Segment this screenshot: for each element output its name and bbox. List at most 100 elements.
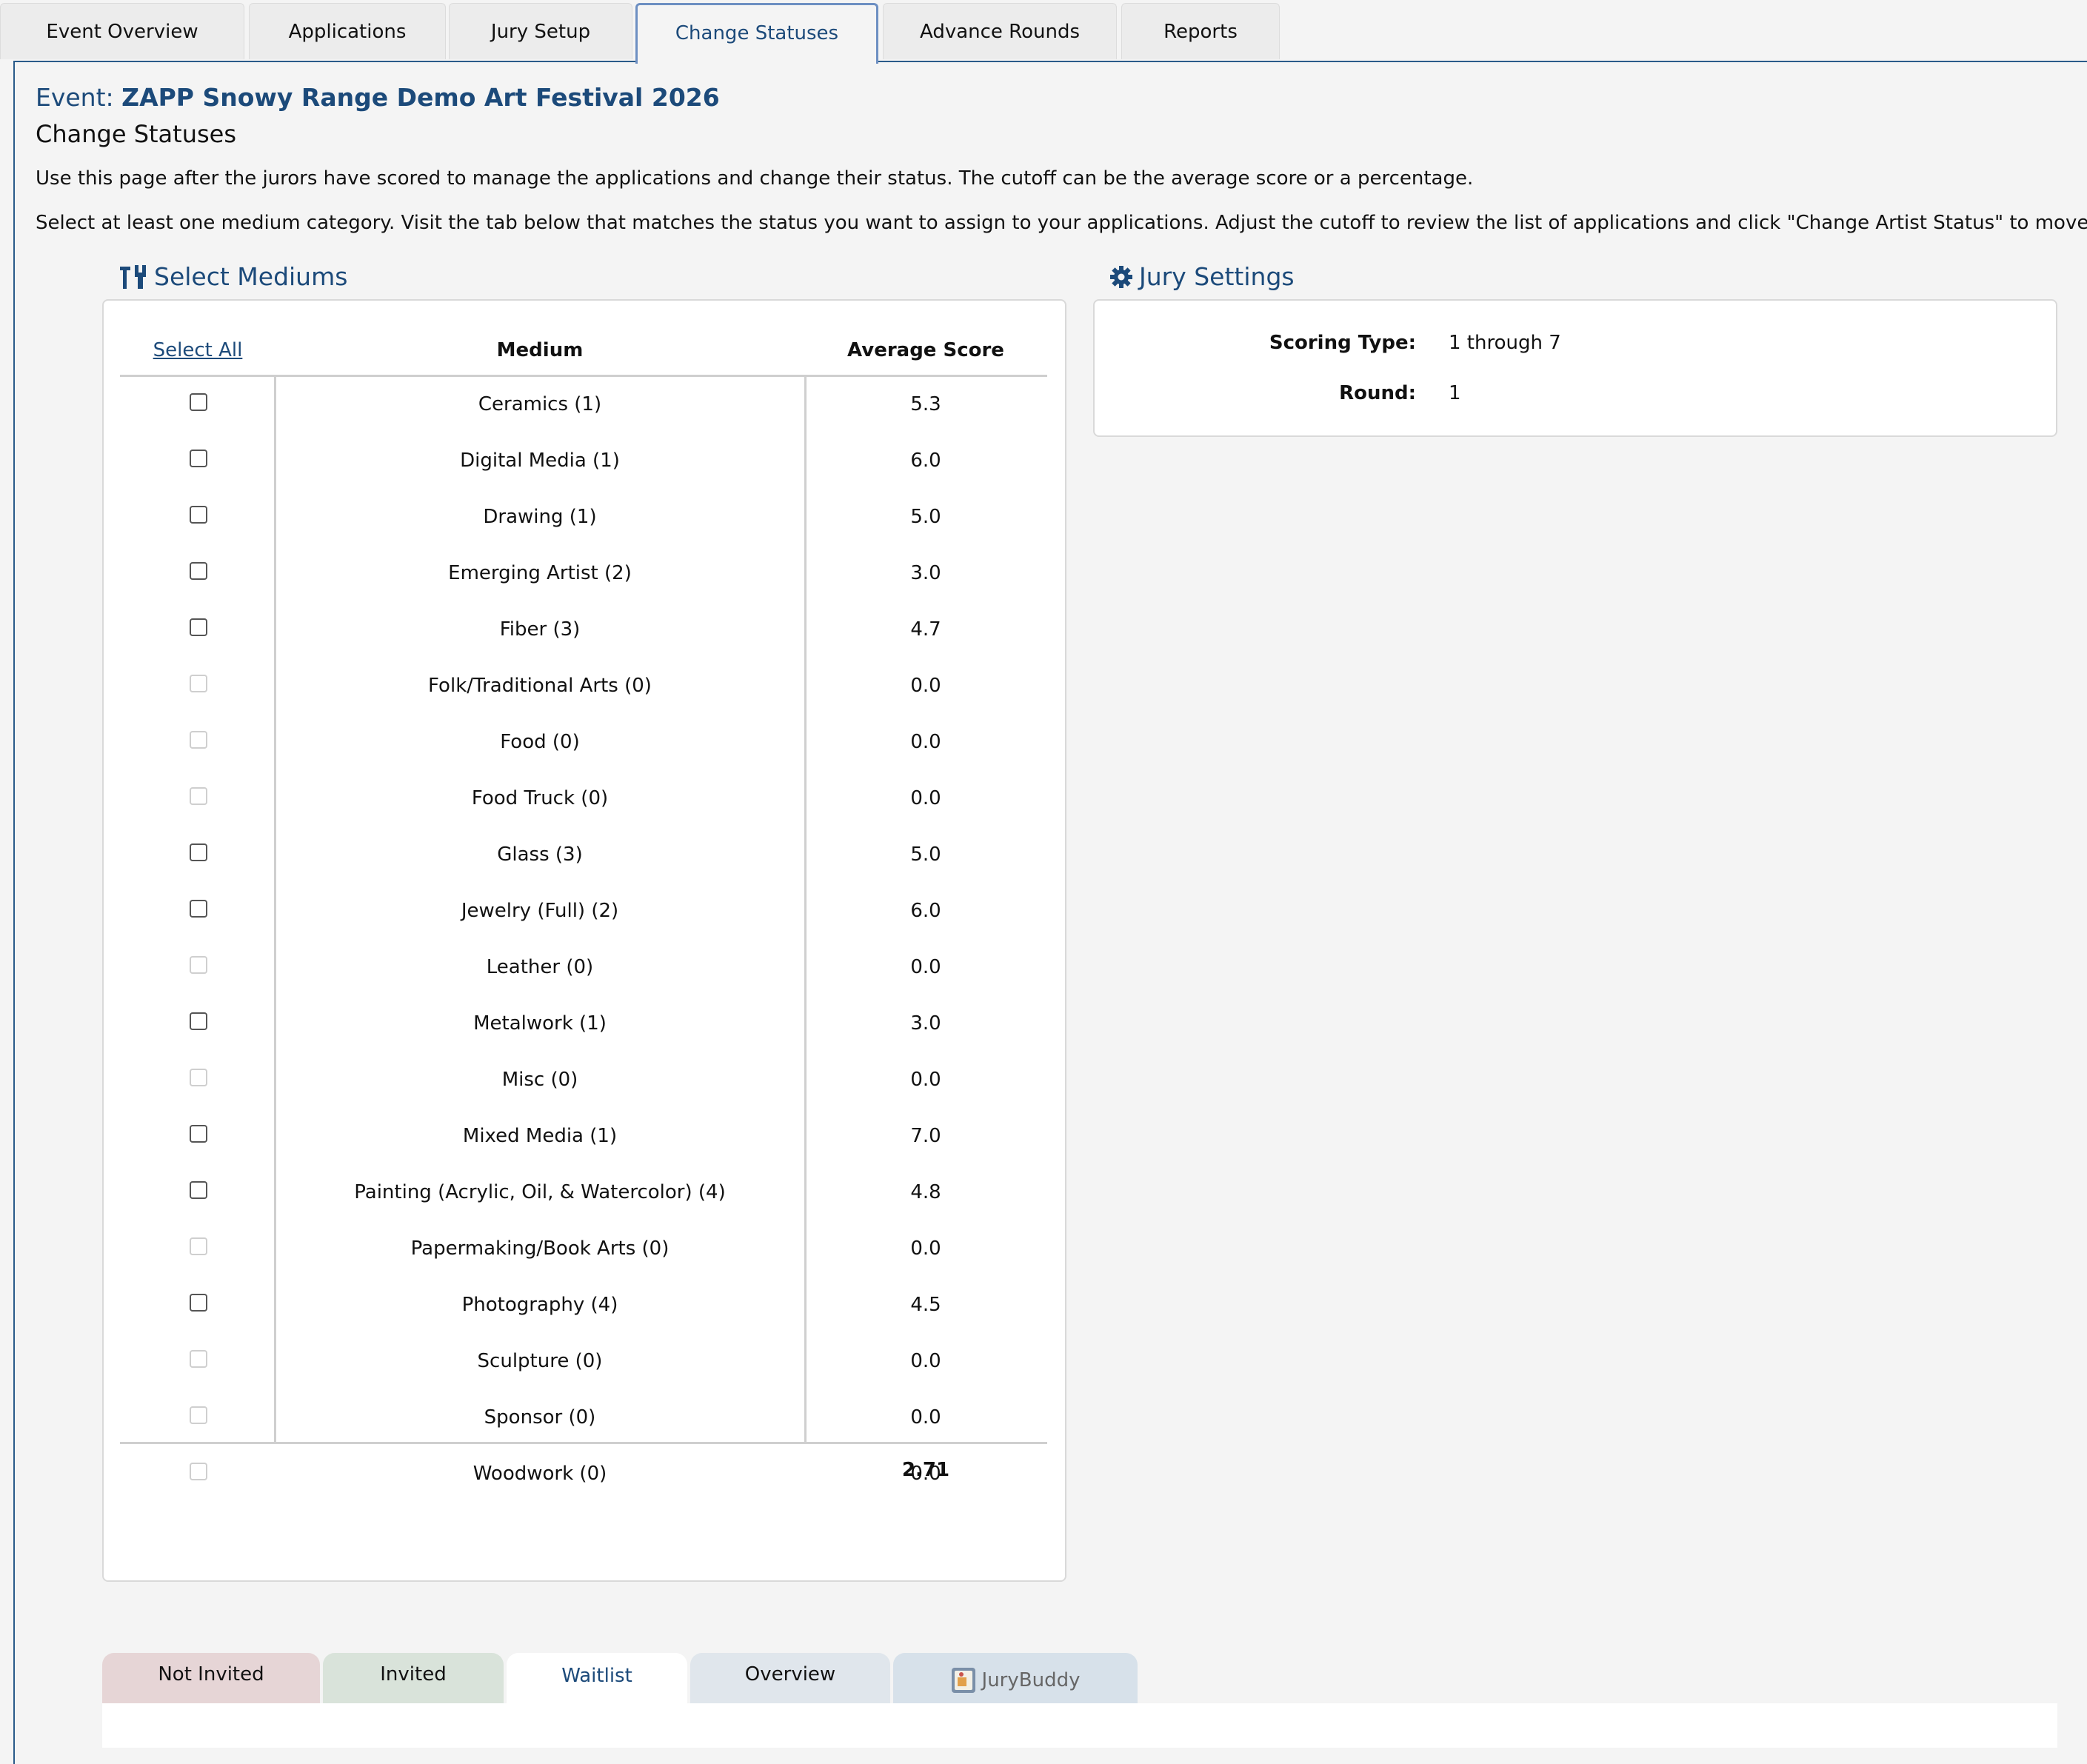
medium-name: Folk/Traditional Arts (0) (428, 675, 652, 697)
score-column-header: Average Score (847, 339, 1004, 361)
gear-icon (1110, 265, 1132, 288)
round-label: Round: (1339, 382, 1416, 404)
medium-name: Mixed Media (1) (462, 1125, 618, 1147)
medium-average-score: 5.3 (910, 393, 941, 415)
medium-checkbox[interactable] (190, 843, 207, 861)
medium-name: Food Truck (0) (471, 787, 609, 809)
table-row: Mixed Media (1) 7.0 (120, 1109, 1047, 1165)
table-row: Jewelry (Full) (2) 6.0 (120, 883, 1047, 940)
medium-average-score: 0.0 (910, 1237, 941, 1260)
medium-checkbox[interactable] (190, 506, 207, 524)
medium-average-score: 4.7 (910, 618, 941, 641)
medium-checkbox (190, 731, 207, 749)
medium-average-score: 0.0 (910, 1350, 941, 1372)
total-average-score: 2.71 (901, 1459, 950, 1481)
medium-name: Leather (0) (486, 956, 594, 978)
medium-checkbox[interactable] (190, 1012, 207, 1030)
medium-average-score: 0.0 (910, 956, 941, 978)
medium-checkbox[interactable] (190, 1125, 207, 1143)
medium-checkbox (190, 1350, 207, 1368)
medium-checkbox (190, 675, 207, 692)
table-row: Misc (0) 0.0 (120, 1052, 1047, 1109)
status-tab-label: Not Invited (158, 1663, 264, 1686)
table-row: Painting (Acrylic, Oil, & Watercolor) (4… (120, 1165, 1047, 1221)
table-row: Leather (0) 0.0 (120, 940, 1047, 996)
medium-average-score: 5.0 (910, 506, 941, 528)
medium-checkbox[interactable] (190, 1294, 207, 1312)
table-row: Emerging Artist (2) 3.0 (120, 546, 1047, 602)
table-row: Papermaking/Book Arts (0) 0.0 (120, 1221, 1047, 1277)
medium-average-score: 0.0 (910, 731, 941, 753)
instruction-2: Select at least one medium category. Vis… (36, 212, 2087, 234)
medium-name: Emerging Artist (2) (448, 562, 632, 584)
tab-change-statuses[interactable]: Change Statuses (635, 3, 878, 64)
medium-checkbox[interactable] (190, 450, 207, 467)
medium-average-score: 0.0 (910, 675, 941, 697)
medium-name: Jewelry (Full) (2) (461, 900, 619, 922)
table-row: Fiber (3) 4.7 (120, 602, 1047, 658)
table-row: Drawing (1) 5.0 (120, 490, 1047, 546)
medium-name: Food (0) (500, 731, 580, 753)
table-row: Ceramics (1) 5.3 (120, 377, 1047, 433)
status-tab-jurybuddy[interactable]: JuryBuddy (893, 1653, 1138, 1705)
medium-checkbox[interactable] (190, 618, 207, 636)
medium-checkbox[interactable] (190, 1181, 207, 1199)
jury-settings-heading: Jury Settings (1109, 262, 1295, 291)
status-tab-content (102, 1703, 2057, 1748)
medium-name: Misc (0) (501, 1069, 578, 1091)
medium-checkbox (190, 1463, 207, 1480)
select-mediums-heading: Select Mediums (118, 262, 347, 291)
medium-name: Photography (4) (461, 1294, 618, 1316)
medium-average-score: 6.0 (910, 900, 941, 922)
tab-jury-setup[interactable]: Jury Setup (449, 3, 632, 59)
medium-checkbox (190, 1069, 207, 1086)
medium-name: Sculpture (0) (477, 1350, 603, 1372)
medium-name: Papermaking/Book Arts (0) (410, 1237, 669, 1260)
status-tab-not-invited[interactable]: Not Invited (102, 1653, 320, 1705)
medium-average-score: 4.8 (910, 1181, 941, 1203)
medium-name: Drawing (1) (483, 506, 597, 528)
medium-average-score: 0.0 (910, 1406, 941, 1429)
medium-average-score: 0.0 (910, 1069, 941, 1091)
table-row: Sponsor (0) 0.0 (120, 1390, 1047, 1446)
medium-checkbox[interactable] (190, 900, 207, 918)
status-tab-invited[interactable]: Invited (323, 1653, 504, 1705)
tab-applications[interactable]: Applications (249, 3, 446, 59)
select-all-link[interactable]: Select All (120, 326, 276, 375)
medium-name: Woodwork (0) (473, 1463, 607, 1485)
status-tab-overview[interactable]: Overview (690, 1653, 890, 1705)
medium-name: Glass (3) (497, 843, 583, 866)
table-row: Glass (3) 5.0 (120, 827, 1047, 883)
medium-average-score: 0.0 (910, 787, 941, 809)
medium-checkbox (190, 1406, 207, 1424)
medium-checkbox[interactable] (190, 562, 207, 580)
status-tab-label: Invited (380, 1663, 447, 1686)
medium-checkbox (190, 1237, 207, 1255)
medium-average-score: 5.0 (910, 843, 941, 866)
table-row: Folk/Traditional Arts (0) 0.0 (120, 658, 1047, 715)
event-name: ZAPP Snowy Range Demo Art Festival 2026 (121, 83, 720, 112)
select-mediums-title: Select Mediums (154, 262, 348, 291)
medium-checkbox (190, 787, 207, 805)
tab-reports[interactable]: Reports (1121, 3, 1280, 59)
medium-checkbox[interactable] (190, 393, 207, 411)
medium-name: Ceramics (1) (478, 393, 602, 415)
round-value: 1 (1449, 382, 1461, 404)
tab-event-overview[interactable]: Event Overview (0, 3, 244, 59)
status-tab-label: Waitlist (561, 1665, 632, 1687)
status-tab-label: JuryBuddy (981, 1669, 1081, 1691)
tab-advance-rounds[interactable]: Advance Rounds (883, 3, 1117, 59)
jury-settings-title: Jury Settings (1139, 262, 1295, 291)
medium-name: Fiber (3) (499, 618, 581, 641)
table-row: Food Truck (0) 0.0 (120, 771, 1047, 827)
table-row: Metalwork (1) 3.0 (120, 996, 1047, 1052)
page-title: Change Statuses (36, 120, 237, 148)
instruction-1: Use this page after the jurors have scor… (36, 167, 1474, 190)
medium-column-header: Medium (496, 339, 584, 361)
footer-divider (120, 1442, 1047, 1444)
medium-name: Painting (Acrylic, Oil, & Watercolor) (4… (354, 1181, 726, 1203)
status-tab-waitlist[interactable]: Waitlist (507, 1653, 687, 1705)
top-tab-bar: Event Overview Applications Jury Setup C… (0, 0, 2087, 64)
medium-name: Sponsor (0) (484, 1406, 596, 1429)
tools-icon (120, 264, 146, 289)
